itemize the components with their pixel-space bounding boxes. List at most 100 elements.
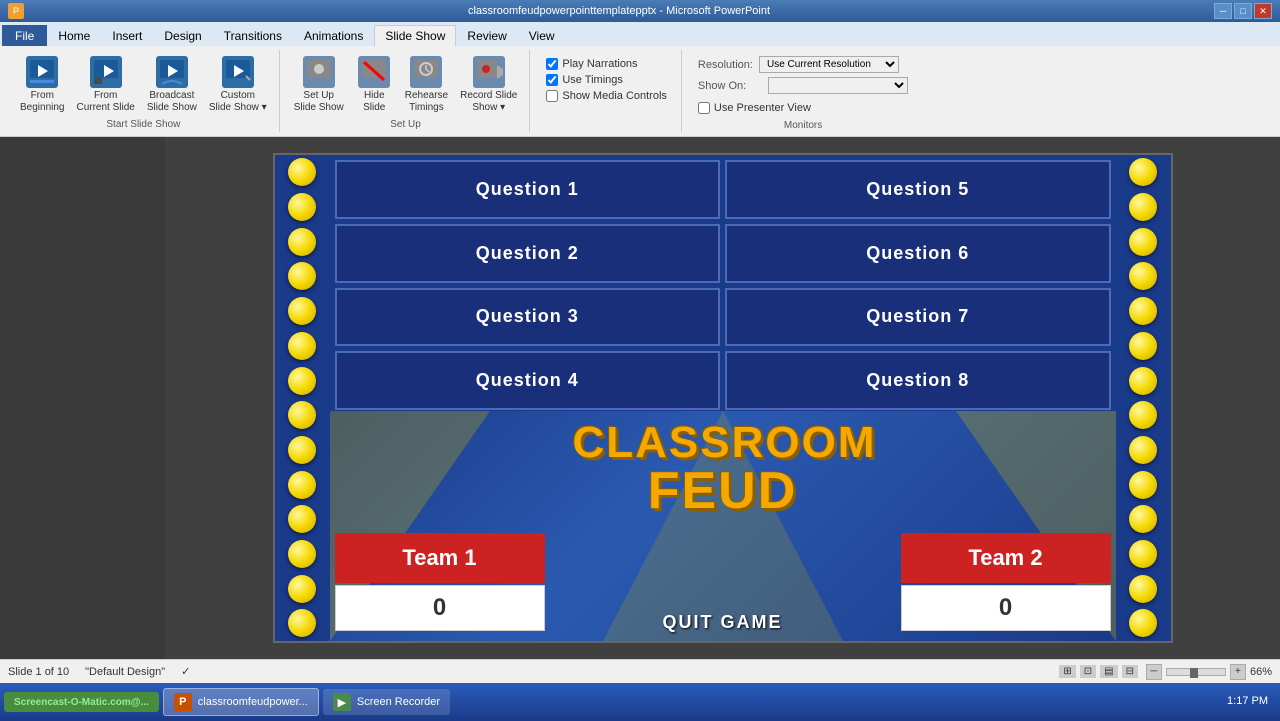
quit-game-button[interactable]: QUIT GAME bbox=[663, 612, 783, 633]
ribbon-group-monitors: Resolution: Use Current Resolution Show … bbox=[684, 50, 922, 132]
team2-area: Team 2 0 bbox=[901, 533, 1111, 631]
recorder-icon: ▶ bbox=[333, 693, 351, 711]
dot bbox=[1129, 505, 1157, 533]
tab-transitions[interactable]: Transitions bbox=[213, 25, 293, 46]
tab-view[interactable]: View bbox=[518, 25, 566, 46]
zoom-controls: ─ + 66% bbox=[1146, 664, 1272, 680]
ribbon-group-options: Play Narrations Use Timings Show Media C… bbox=[532, 50, 682, 132]
dot bbox=[1129, 158, 1157, 186]
team1-area: Team 1 0 bbox=[335, 533, 545, 631]
classroom-text: CLASSROOM bbox=[573, 421, 873, 465]
tab-review[interactable]: Review bbox=[456, 25, 517, 46]
from-current-btn[interactable]: FromCurrent Slide bbox=[72, 54, 138, 116]
view-icons: ⊞ ⊡ ▤ ⊟ bbox=[1059, 665, 1138, 678]
dot bbox=[1129, 332, 1157, 360]
zoom-out-btn[interactable]: ─ bbox=[1146, 664, 1162, 680]
show-media-controls-check[interactable]: Show Media Controls bbox=[546, 90, 667, 102]
tab-file[interactable]: File bbox=[2, 25, 47, 46]
record-slideshow-btn[interactable]: Record SlideShow ▾ bbox=[456, 54, 521, 116]
custom-slideshow-btn[interactable]: CustomSlide Show ▾ bbox=[205, 54, 271, 116]
close-btn[interactable]: ✕ bbox=[1254, 3, 1272, 19]
ribbon: File Home Insert Design Transitions Anim… bbox=[0, 22, 1280, 137]
question-1-btn[interactable]: Question 1 bbox=[335, 160, 721, 219]
zoom-in-btn[interactable]: + bbox=[1230, 664, 1246, 680]
zoom-slider[interactable] bbox=[1166, 668, 1226, 676]
dots-left bbox=[275, 155, 330, 641]
taskbar-powerpoint[interactable]: P classroomfeudpower... bbox=[163, 688, 319, 716]
taskbar-screen-recorder[interactable]: ▶ Screen Recorder bbox=[323, 689, 450, 715]
dot bbox=[288, 575, 316, 603]
powerpoint-icon: P bbox=[174, 693, 192, 711]
dot bbox=[1129, 575, 1157, 603]
ribbon-group-start: FromBeginning FromCurrent Slide Broadcas… bbox=[8, 50, 280, 132]
questions-grid: Question 1 Question 5 Question 2 Questio… bbox=[330, 155, 1116, 415]
tab-slideshow[interactable]: Slide Show bbox=[374, 25, 456, 47]
dot bbox=[288, 228, 316, 256]
dot bbox=[288, 367, 316, 395]
slide-canvas: Question 1 Question 5 Question 2 Questio… bbox=[165, 137, 1280, 659]
play-narrations-check[interactable]: Play Narrations bbox=[546, 58, 667, 70]
question-3-btn[interactable]: Question 3 bbox=[335, 288, 721, 347]
tab-design[interactable]: Design bbox=[153, 25, 212, 46]
ribbon-tab-bar: File Home Insert Design Transitions Anim… bbox=[0, 22, 1280, 46]
zoom-level: 66% bbox=[1250, 666, 1272, 678]
ribbon-group-setup: Set UpSlide Show HideSlide RehearseTimin… bbox=[282, 50, 531, 132]
slide: Question 1 Question 5 Question 2 Questio… bbox=[273, 153, 1173, 643]
dot bbox=[1129, 401, 1157, 429]
main-area: Question 1 Question 5 Question 2 Questio… bbox=[0, 137, 1280, 659]
taskbar-start-label: Screencast-O-Matic.com@... bbox=[14, 697, 149, 708]
team2-button[interactable]: Team 2 bbox=[901, 533, 1111, 583]
slide-thumbnail-panel bbox=[0, 137, 165, 659]
question-7-btn[interactable]: Question 7 bbox=[725, 288, 1111, 347]
feud-text: FEUD bbox=[573, 465, 873, 517]
screencast-btn[interactable]: Screencast-O-Matic.com@... bbox=[4, 692, 159, 712]
dot bbox=[288, 540, 316, 568]
question-2-btn[interactable]: Question 2 bbox=[335, 224, 721, 283]
from-beginning-btn[interactable]: FromBeginning bbox=[16, 54, 68, 116]
question-8-btn[interactable]: Question 8 bbox=[725, 351, 1111, 410]
dots-right bbox=[1116, 155, 1171, 641]
team1-button[interactable]: Team 1 bbox=[335, 533, 545, 583]
use-timings-check[interactable]: Use Timings bbox=[546, 74, 667, 86]
dot bbox=[288, 262, 316, 290]
system-clock: 1:17 PM bbox=[1227, 694, 1276, 709]
check-icon: ✓ bbox=[181, 665, 190, 678]
broadcast-btn[interactable]: BroadcastSlide Show bbox=[143, 54, 201, 116]
dot bbox=[288, 436, 316, 464]
minimize-btn[interactable]: ─ bbox=[1214, 3, 1232, 19]
status-bar-right: ⊞ ⊡ ▤ ⊟ ─ + 66% bbox=[1059, 664, 1272, 680]
rehearse-timings-btn[interactable]: RehearseTimings bbox=[401, 54, 452, 116]
question-5-btn[interactable]: Question 5 bbox=[725, 160, 1111, 219]
game-title: CLASSROOM FEUD bbox=[573, 421, 873, 517]
dot bbox=[1129, 609, 1157, 637]
bottom-section: CLASSROOM FEUD Team 1 0 Team 2 0 QUIT GA… bbox=[330, 411, 1116, 641]
status-bar: Slide 1 of 10 "Default Design" ✓ ⊞ ⊡ ▤ ⊟… bbox=[0, 659, 1280, 683]
dot bbox=[1129, 297, 1157, 325]
ribbon-content: FromBeginning FromCurrent Slide Broadcas… bbox=[0, 46, 1280, 136]
dot bbox=[288, 158, 316, 186]
dot bbox=[1129, 471, 1157, 499]
taskbar-recorder-label: Screen Recorder bbox=[357, 696, 440, 708]
dot bbox=[288, 297, 316, 325]
taskbar: Screencast-O-Matic.com@... P classroomfe… bbox=[0, 683, 1280, 721]
theme-name: "Default Design" bbox=[85, 666, 165, 678]
dot bbox=[1129, 540, 1157, 568]
window-title: classroomfeudpowerpointtemplatepptx - Mi… bbox=[24, 5, 1214, 17]
tab-animations[interactable]: Animations bbox=[293, 25, 374, 46]
question-4-btn[interactable]: Question 4 bbox=[335, 351, 721, 410]
presenter-view-check[interactable]: Use Presenter View bbox=[698, 102, 908, 114]
show-on-select[interactable] bbox=[768, 77, 908, 94]
team1-score: 0 bbox=[335, 585, 545, 631]
dot bbox=[288, 193, 316, 221]
maximize-btn[interactable]: □ bbox=[1234, 3, 1252, 19]
slide-count: Slide 1 of 10 bbox=[8, 666, 69, 678]
tab-insert[interactable]: Insert bbox=[101, 25, 153, 46]
resolution-row: Resolution: Use Current Resolution bbox=[698, 56, 908, 73]
tab-home[interactable]: Home bbox=[47, 25, 101, 46]
setup-slideshow-btn[interactable]: Set UpSlide Show bbox=[290, 54, 348, 116]
question-6-btn[interactable]: Question 6 bbox=[725, 224, 1111, 283]
hide-slide-btn[interactable]: HideSlide bbox=[352, 54, 397, 116]
dot bbox=[1129, 193, 1157, 221]
dot bbox=[1129, 367, 1157, 395]
resolution-select[interactable]: Use Current Resolution bbox=[759, 56, 899, 73]
